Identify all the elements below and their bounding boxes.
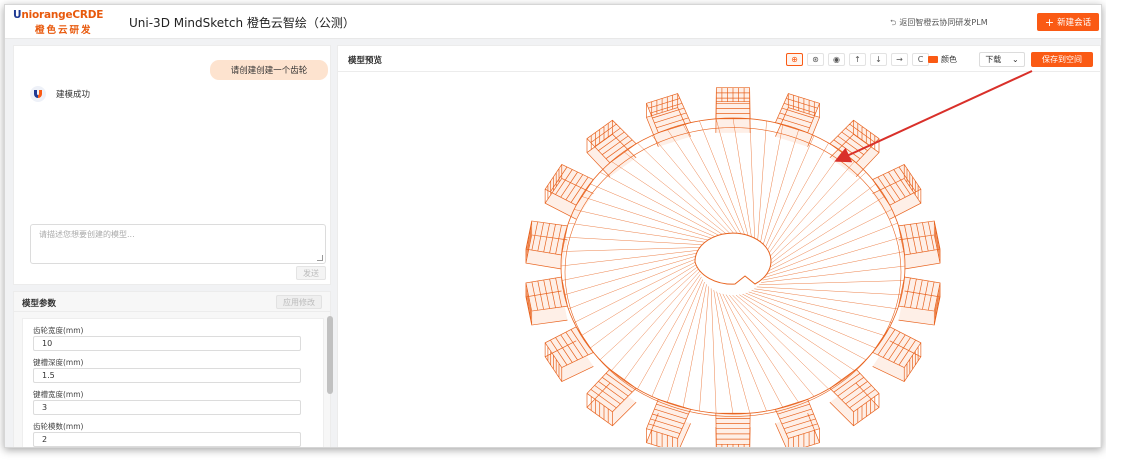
brand-logo[interactable]: UniorangeCRDE 橙色云研发 xyxy=(13,9,119,37)
param-label-gear-module: 齿轮模数(mm) xyxy=(33,422,84,431)
color-button[interactable]: 颜色 xyxy=(928,53,957,66)
color-swatch xyxy=(928,56,938,63)
reset-icon: C xyxy=(917,55,924,64)
params-title: 模型参数 xyxy=(22,299,57,309)
gear-tooth xyxy=(646,93,692,147)
wireframe-view-icon: ⊕ xyxy=(791,55,798,64)
gear-tooth xyxy=(872,164,922,220)
gear-tooth xyxy=(715,412,751,447)
back-arrow-icon: ⮌ xyxy=(890,18,897,27)
params-scrollbar[interactable] xyxy=(326,314,333,424)
gear-tooth xyxy=(544,164,594,220)
logo-brand-rest: niorangeCRDE xyxy=(21,9,104,21)
chat-panel: 请创建创建一个齿轮 建模成功 请描述您想要创建的模型... 发送 xyxy=(13,45,331,285)
bot-message: 建模成功 xyxy=(56,90,91,100)
model-canvas[interactable] xyxy=(338,73,1102,448)
gear-tooth xyxy=(774,398,820,447)
gear-tooth xyxy=(872,326,922,382)
gear-tooth xyxy=(898,276,941,326)
chevron-down-icon: ⌄ xyxy=(1011,55,1019,64)
logo-brand-text: UniorangeCRDE xyxy=(13,9,119,21)
eye-view-icon: ◉ xyxy=(833,55,840,64)
gear-tooth xyxy=(586,119,637,177)
gear-tooth xyxy=(646,398,692,447)
param-input-keyway-width[interactable]: 3 xyxy=(33,400,301,415)
download-label: 下载 xyxy=(985,55,1002,64)
param-label-gear-width: 齿轮宽度(mm) xyxy=(33,326,84,335)
preview-header: 模型预览 ⊕ ⊛ ◉ ↑ ↓ → C 颜色 下载 ⌄ 保存到空间 xyxy=(338,46,1100,72)
gear-tooth xyxy=(525,220,568,270)
arrow-up-icon: ↑ xyxy=(854,55,861,64)
gear-tooth xyxy=(829,368,880,427)
arrow-right-button[interactable]: → xyxy=(891,53,908,66)
download-dropdown[interactable]: 下载 ⌄ xyxy=(979,52,1025,67)
app-header: UniorangeCRDE 橙色云研发 Uni-3D MindSketch 橙色… xyxy=(5,5,1101,39)
new-session-label: 新建会话 xyxy=(1057,18,1092,28)
bot-avatar-icon xyxy=(30,86,46,102)
gear-tooth xyxy=(898,220,941,270)
param-input-keyway-depth[interactable]: 1.5 xyxy=(33,368,301,383)
gear-tooth xyxy=(586,368,637,427)
arrow-up-button[interactable]: ↑ xyxy=(849,53,866,66)
app-window: UniorangeCRDE 橙色云研发 Uni-3D MindSketch 橙色… xyxy=(4,4,1102,448)
eye-view-button[interactable]: ◉ xyxy=(828,53,845,66)
logo-subtitle: 橙色云研发 xyxy=(35,25,93,36)
prompt-textarea[interactable]: 请描述您想要创建的模型... xyxy=(30,224,326,264)
bot-message-row: 建模成功 xyxy=(30,86,90,102)
param-input-gear-width[interactable]: 10 xyxy=(33,336,301,351)
gear-wireframe xyxy=(525,87,941,447)
view-toolbar: ⊕ ⊛ ◉ ↑ ↓ → C xyxy=(786,53,933,66)
plus-icon: + xyxy=(1044,15,1055,29)
solid-view-button[interactable]: ⊛ xyxy=(807,53,824,66)
model-params-panel: 模型参数 应用修改 齿轮宽度(mm) 10 键槽深度(mm) 1.5 键槽宽度(… xyxy=(13,291,333,447)
param-label-keyway-depth: 键槽深度(mm) xyxy=(33,358,84,367)
gear-tooth xyxy=(544,326,594,382)
param-label-keyway-width: 键槽宽度(mm) xyxy=(33,390,84,399)
params-scrollbar-thumb[interactable] xyxy=(327,316,333,394)
background-edge xyxy=(1106,0,1125,460)
params-list: 齿轮宽度(mm) 10 键槽深度(mm) 1.5 键槽宽度(mm) 3 齿轮模数… xyxy=(22,318,324,447)
arrow-down-button[interactable]: ↓ xyxy=(870,53,887,66)
reset-button[interactable]: C xyxy=(912,53,929,66)
wireframe-view-button[interactable]: ⊕ xyxy=(786,53,803,66)
back-link-label: 返回智橙云协同研发PLM xyxy=(899,18,988,27)
gear-tooth xyxy=(829,119,880,177)
user-message-bubble: 请创建创建一个齿轮 xyxy=(210,60,328,80)
apply-changes-button[interactable]: 应用修改 xyxy=(276,295,322,309)
gear-tooth xyxy=(525,276,568,326)
new-session-button[interactable]: + 新建会话 xyxy=(1037,13,1099,31)
gear-tooth xyxy=(715,87,751,133)
model-preview-panel: 模型预览 ⊕ ⊛ ◉ ↑ ↓ → C 颜色 下载 ⌄ 保存到空间 xyxy=(337,45,1102,448)
app-title: Uni-3D MindSketch 橙色云智绘（公测） xyxy=(129,16,355,30)
resize-grip-icon[interactable] xyxy=(317,255,323,261)
prompt-placeholder: 请描述您想要创建的模型... xyxy=(39,230,135,239)
send-button[interactable]: 发送 xyxy=(296,266,326,280)
arrow-down-icon: ↓ xyxy=(875,55,882,64)
solid-view-icon: ⊛ xyxy=(812,55,819,64)
preview-title: 模型预览 xyxy=(348,56,383,66)
param-input-gear-module[interactable]: 2 xyxy=(33,432,301,447)
gear-hub xyxy=(694,232,772,285)
back-to-plm-link[interactable]: ⮌ 返回智橙云协同研发PLM xyxy=(890,17,988,31)
params-header: 模型参数 应用修改 xyxy=(14,292,330,312)
arrow-right-icon: → xyxy=(896,55,903,64)
save-to-space-button[interactable]: 保存到空间 xyxy=(1031,52,1093,67)
bot-logo-icon xyxy=(34,90,42,98)
color-label: 颜色 xyxy=(941,55,957,64)
